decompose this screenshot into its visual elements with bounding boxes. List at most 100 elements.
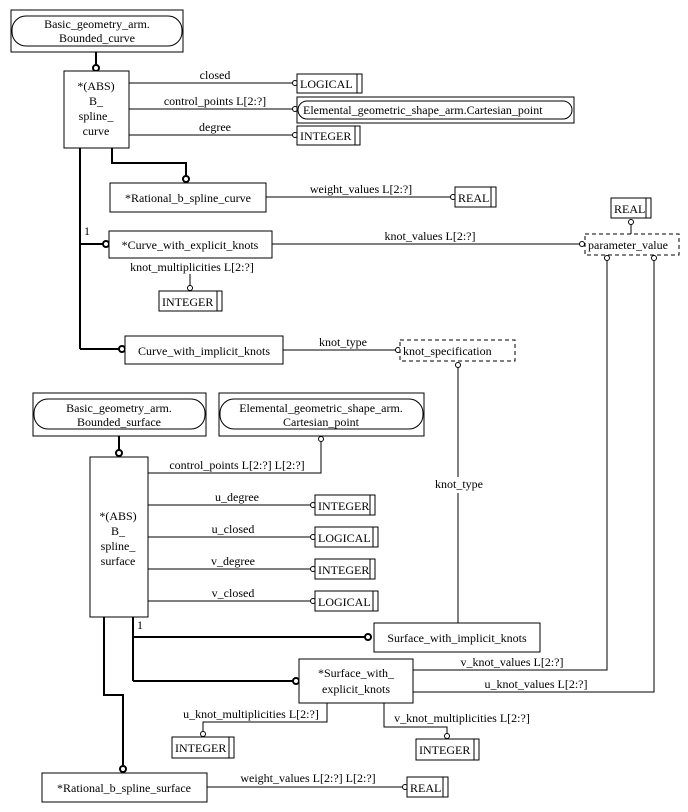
type-real-1[interactable]: REAL <box>454 186 497 208</box>
type-logical-2[interactable]: LOGICAL <box>314 526 379 548</box>
entity-label: *Rational_b_spline_curve <box>125 191 251 205</box>
relation-end-circle <box>579 241 585 247</box>
attr-closed: closed <box>200 68 231 82</box>
cartesian-point-line2: Cartesian_point <box>283 415 360 429</box>
entity-cartesian-point-ref[interactable]: Elemental_geometric_shape_arm. Cartesian… <box>218 392 425 437</box>
b-spline-surface-line1: *(ABS) <box>99 509 136 523</box>
attr-knot-type-surface: knot_type <box>435 477 483 491</box>
type-label: INTEGER <box>318 563 369 577</box>
attr-v-degree: v_degree <box>211 554 255 568</box>
relation-end-circle <box>318 436 324 442</box>
cartesian-point-line1: Elemental_geometric_shape_arm. <box>239 401 403 415</box>
relation-end-circle <box>604 255 610 261</box>
b-spline-surface-line3: spline_ <box>101 539 137 553</box>
attr-u-degree: u_degree <box>215 490 259 504</box>
type-parameter-value[interactable]: parameter_value <box>584 233 680 256</box>
entity-b-spline-surface[interactable]: *(ABS) B_ spline_ surface <box>89 456 149 618</box>
type-real-2[interactable]: REAL <box>610 197 652 219</box>
attr-u-closed: u_closed <box>212 522 255 536</box>
attr-control-points-surface: control_points L[2:?] L[2:?] <box>169 458 304 472</box>
relation-end-circle <box>651 255 657 261</box>
entity-label: *Curve_with_explicit_knots <box>122 238 259 252</box>
relation-end-circle <box>187 285 193 291</box>
type-label: REAL <box>410 781 441 795</box>
type-integer-5[interactable]: INTEGER <box>171 736 235 759</box>
type-integer-6[interactable]: INTEGER <box>415 738 480 761</box>
subtype-circle <box>292 677 300 685</box>
entity-surface-with-explicit-knots[interactable]: *Surface_with_ explicit_knots <box>298 658 414 704</box>
entity-surface-with-implicit-knots[interactable]: Surface_with_implicit_knots <box>373 622 541 653</box>
entity-label: Surface_with_implicit_knots <box>387 631 527 645</box>
subtype-circle <box>119 765 127 773</box>
attr-degree: degree <box>199 120 231 134</box>
type-label: INTEGER <box>318 499 369 513</box>
bounded-surface-line2: Bounded_surface <box>77 415 161 429</box>
cardinality-one-surface: 1 <box>137 618 143 632</box>
subtype-circle <box>364 633 372 641</box>
subtype-link-rational-surface <box>103 617 124 765</box>
attr-u-knot-values: u_knot_values L[2:?] <box>485 677 588 691</box>
b-spline-curve-line1: *(ABS) <box>77 79 114 93</box>
type-real-3[interactable]: REAL <box>406 776 449 798</box>
relation-end-circle <box>444 733 450 739</box>
entity-curve-with-implicit-knots[interactable]: Curve_with_implicit_knots <box>124 335 284 365</box>
cardinality-one-curve: 1 <box>84 224 90 238</box>
type-label: LOGICAL <box>318 531 371 545</box>
entity-bounded-curve-ref[interactable]: Basic_geometry_arm. Bounded_curve <box>10 9 184 53</box>
bounded-curve-line2: Bounded_curve <box>59 31 135 45</box>
type-label: REAL <box>458 191 489 205</box>
express-g-diagram: Basic_geometry_arm. Bounded_curve *(ABS)… <box>10 9 680 803</box>
subtype-circle <box>182 175 190 183</box>
b-spline-curve-line2: B_ <box>89 94 104 108</box>
type-label: knot_specification <box>403 344 492 358</box>
attr-control-points-curve: control_points L[2:?] <box>164 94 266 108</box>
bounded-surface-line1: Basic_geometry_arm. <box>66 401 172 415</box>
surface-explicit-line2: explicit_knots <box>322 682 390 696</box>
subtype-circle <box>102 240 110 248</box>
b-spline-surface-line4: surface <box>101 554 136 568</box>
type-label: INTEGER <box>175 741 226 755</box>
type-label: REAL <box>614 202 645 216</box>
b-spline-curve-line4: curve <box>83 124 110 138</box>
subtype-circle <box>92 64 100 72</box>
type-label: LOGICAL <box>318 595 371 609</box>
subtype-link-rational-curve <box>111 148 187 176</box>
entity-label: Curve_with_implicit_knots <box>138 344 270 358</box>
relation-end-circle <box>200 731 206 737</box>
type-label: INTEGER <box>419 743 470 757</box>
attr-v-closed: v_closed <box>212 586 255 600</box>
relation-end-circle <box>455 362 461 368</box>
type-integer-2[interactable]: INTEGER <box>158 290 223 312</box>
b-spline-curve-line3: spline_ <box>79 109 115 123</box>
type-label: LOGICAL <box>300 77 353 91</box>
type-integer-3[interactable]: INTEGER <box>314 494 376 516</box>
entity-curve-with-explicit-knots[interactable]: *Curve_with_explicit_knots <box>108 230 273 259</box>
type-label: parameter_value <box>588 238 668 252</box>
type-integer-4[interactable]: INTEGER <box>314 558 376 580</box>
entity-rational-b-spline-surface[interactable]: *Rational_b_spline_surface <box>41 772 208 803</box>
attr-knot-values: knot_values L[2:?] <box>385 229 476 243</box>
attr-u-knot-multiplicities: u_knot_multiplicities L[2:?] <box>183 707 319 721</box>
attr-v-knot-multiplicities: v_knot_multiplicities L[2:?] <box>394 711 530 725</box>
attr-weight-values-curve: weight_values L[2:?] <box>310 182 412 196</box>
relation-v-knot-values <box>413 261 608 671</box>
subtype-circle <box>118 345 126 353</box>
b-spline-surface-line2: B_ <box>111 524 126 538</box>
type-logical-1[interactable]: LOGICAL <box>296 73 363 94</box>
bounded-curve-line1: Basic_geometry_arm. <box>44 17 150 31</box>
entity-b-spline-curve[interactable]: *(ABS) B_ spline_ curve <box>63 70 130 149</box>
entity-rational-b-spline-curve[interactable]: *Rational_b_spline_curve <box>109 182 267 213</box>
type-label: INTEGER <box>300 129 351 143</box>
type-integer-1[interactable]: INTEGER <box>296 125 361 146</box>
type-logical-3[interactable]: LOGICAL <box>314 590 379 612</box>
attr-weight-values-surface: weight_values L[2:?] L[2:?] <box>240 771 375 785</box>
type-label: Elemental_geometric_shape_arm.Cartesian_… <box>303 103 543 117</box>
attr-knot-type-curve: knot_type <box>319 335 367 349</box>
entity-bounded-surface-ref[interactable]: Basic_geometry_arm. Bounded_surface <box>32 392 207 437</box>
subtype-circle <box>115 449 123 457</box>
type-label: INTEGER <box>162 295 213 309</box>
type-knot-specification[interactable]: knot_specification <box>399 339 516 362</box>
type-cartesian-point-inline[interactable]: Elemental_geometric_shape_arm.Cartesian_… <box>296 96 575 124</box>
relation-end-circle <box>628 219 634 225</box>
surface-explicit-line1: *Surface_with_ <box>318 666 395 680</box>
